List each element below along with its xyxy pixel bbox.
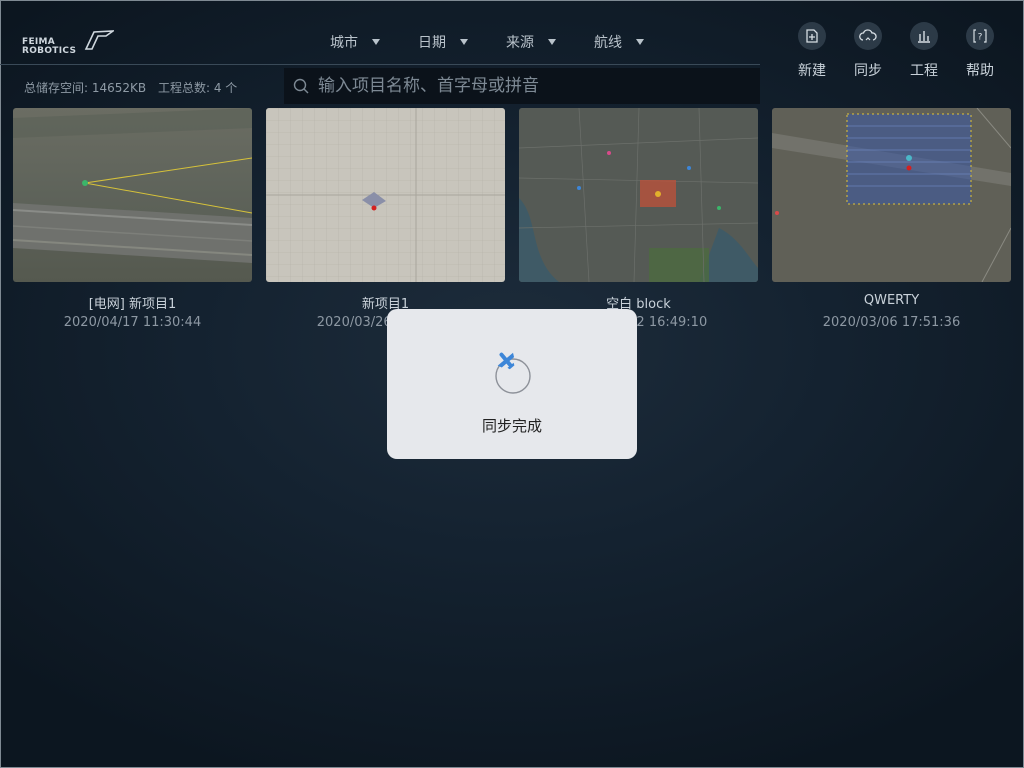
dialog-message: 同步完成 [481, 417, 542, 435]
new-file-icon [798, 22, 826, 50]
new-button-label: 新建 [798, 63, 826, 79]
new-button[interactable]: 新建 [784, 22, 840, 80]
chevron-down-icon [460, 39, 468, 45]
storage-total: 总储存空间: 14652KB [24, 81, 147, 95]
logo-line2: ROBOTICS [22, 46, 77, 56]
sync-spinner [487, 345, 537, 395]
cloud-sync-icon [854, 22, 882, 50]
svg-text:?: ? [978, 33, 983, 43]
project-card[interactable]: 新项目1 2020/03/26 20:18:21 [266, 108, 505, 330]
filter-route[interactable]: 航线 [594, 30, 682, 54]
airplane-icon [495, 352, 531, 394]
logo-mark-icon [84, 30, 114, 50]
project-card[interactable]: 空白 block 2020/03/12 16:49:10 [519, 108, 758, 330]
filter-date-label: 日期 [418, 35, 446, 51]
sync-button-label: 同步 [854, 63, 882, 79]
filter-city-label: 城市 [330, 35, 358, 51]
chevron-down-icon [372, 39, 380, 45]
sync-button[interactable]: 同步 [840, 22, 896, 80]
feima-logo: FEIMA ROBOTICS [22, 28, 117, 56]
chevron-down-icon [636, 39, 644, 45]
project-thumbnail [266, 108, 505, 282]
project-date: 2020/04/17 11:30:44 [63, 315, 202, 330]
filter-route-label: 航线 [594, 35, 622, 51]
project-icon [910, 22, 938, 50]
help-icon: ? [966, 22, 994, 50]
project-name: [电网] 新项目1 [88, 297, 177, 312]
project-thumbnail [519, 108, 758, 282]
project-card[interactable]: QWERTY 2020/03/06 17:51:36 [772, 108, 1011, 330]
help-button-label: 帮助 [966, 63, 994, 79]
project-button[interactable]: 工程 [896, 22, 952, 80]
project-date: 2020/03/06 17:51:36 [822, 315, 961, 330]
project-count: 工程总数: 4 个 [157, 81, 238, 95]
help-button[interactable]: ? 帮助 [952, 22, 1008, 80]
search-bar [284, 68, 760, 104]
project-button-label: 工程 [910, 63, 938, 79]
project-name: QWERTY [863, 293, 920, 308]
toolbar: 新建 同步 工程 ? 帮助 [784, 22, 1008, 80]
project-thumbnail [13, 108, 252, 282]
header-divider [0, 64, 760, 65]
filter-bar: 城市 日期 来源 航线 [330, 30, 682, 54]
logo-text: FEIMA ROBOTICS [22, 38, 76, 56]
search-icon [293, 78, 309, 94]
project-thumbnail [772, 108, 1011, 282]
sync-complete-dialog: 同步完成 [387, 309, 637, 459]
storage-stats: 总储存空间: 14652KB 工程总数: 4 个 [24, 79, 245, 96]
filter-source-label: 来源 [506, 35, 534, 51]
filter-source[interactable]: 来源 [506, 30, 594, 54]
chevron-down-icon [548, 39, 556, 45]
project-card[interactable]: [电网] 新项目1 2020/04/17 11:30:44 [13, 108, 252, 330]
filter-city[interactable]: 城市 [330, 30, 418, 54]
filter-date[interactable]: 日期 [418, 30, 506, 54]
search-input[interactable] [316, 75, 740, 97]
